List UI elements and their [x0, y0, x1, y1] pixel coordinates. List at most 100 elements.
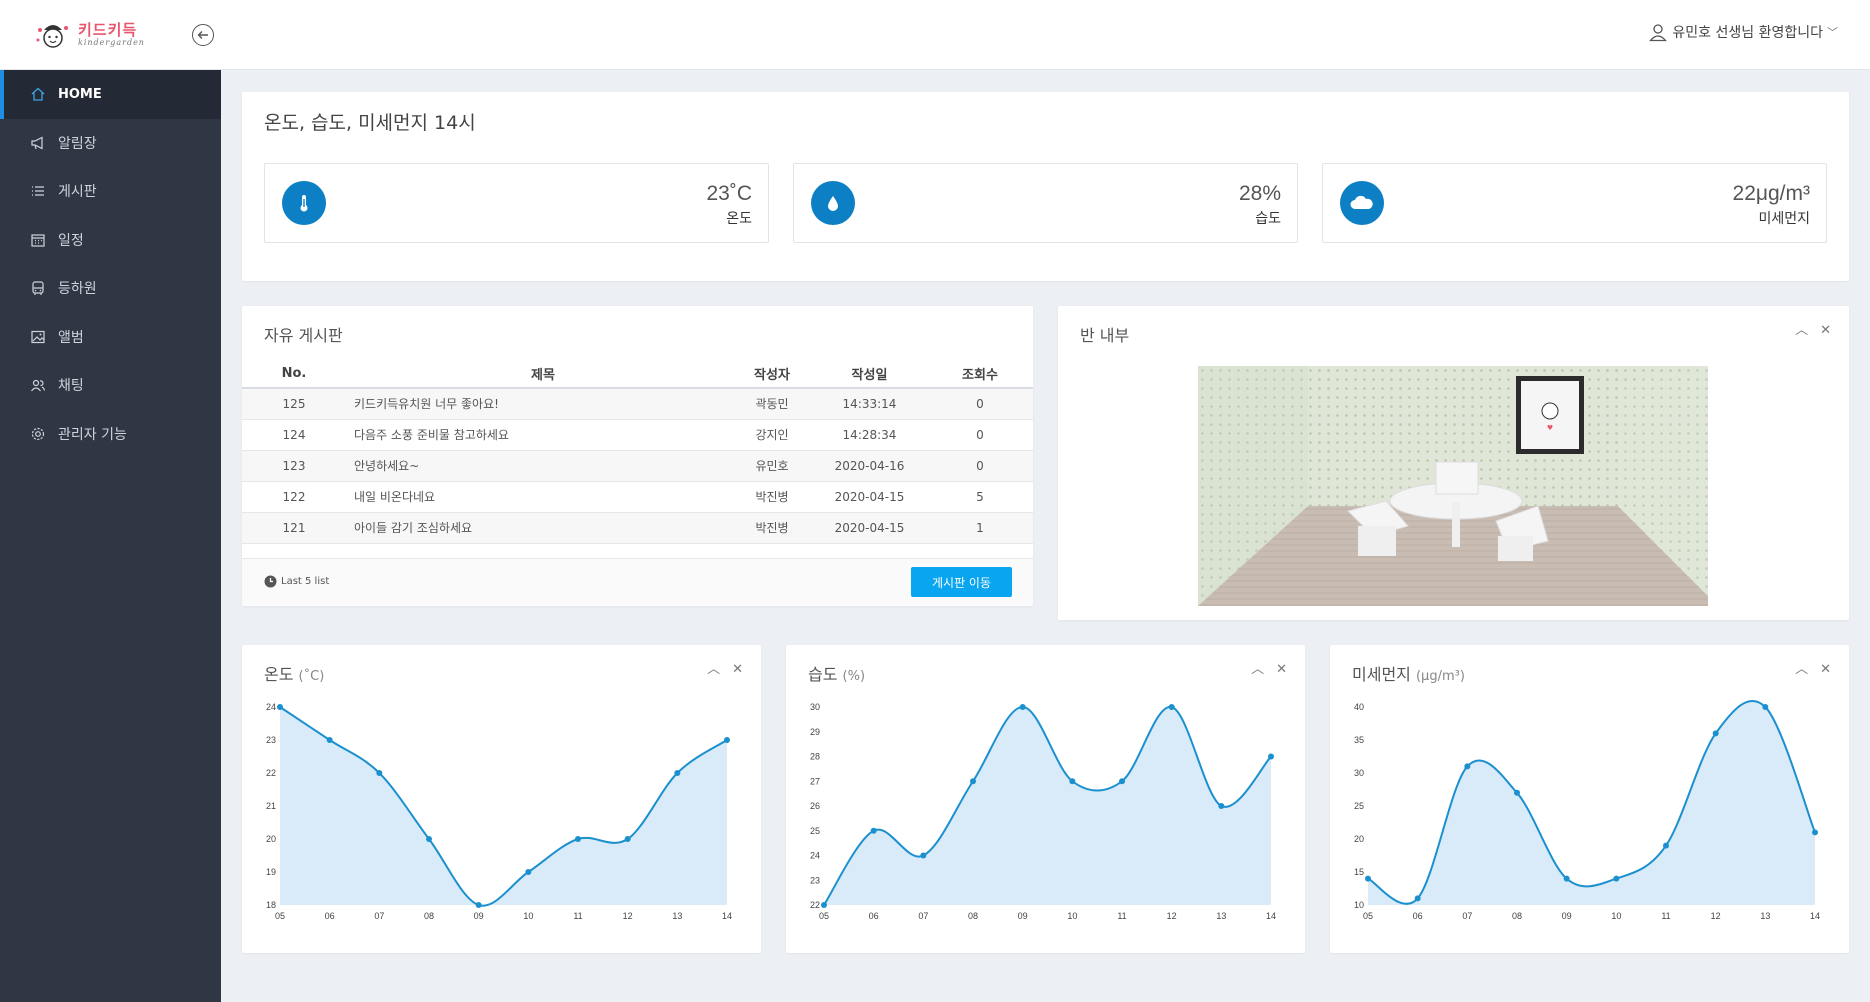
close-icon[interactable]: ✕ — [1820, 663, 1831, 677]
data-point — [674, 770, 681, 776]
humidity-chart: 22 23 24 25 26 27 28 29 30 05 06 07 08 09 10 11 12 13 14 — [810, 702, 1276, 921]
temperature-chart: 18 19 20 21 22 23 24 05 06 07 08 09 10 11 12 13 14 — [266, 702, 732, 921]
x-tick-label: 08 — [1512, 911, 1522, 921]
thermometer-icon — [282, 181, 326, 225]
logo-subtitle: kindergarden — [78, 37, 145, 47]
post-title[interactable]: 다음주 소풍 준비물 참고하세요 — [346, 419, 732, 451]
sidebar-item-notice[interactable]: 알림장 — [0, 119, 221, 168]
table-row[interactable]: 123 안녕하세요~ 유민호 2020-04-16 0 — [242, 450, 1033, 482]
data-point — [1613, 875, 1620, 882]
user-menu[interactable]: 유민호 선생님 환영합니다 ﹀ — [1648, 22, 1838, 42]
data-point — [1119, 778, 1125, 785]
x-tick-label: 07 — [1462, 911, 1472, 921]
x-tick-label: 14 — [1810, 911, 1820, 921]
sidebar-item-home[interactable]: HOME — [0, 70, 221, 119]
post-title[interactable]: 내일 비온다네요 — [346, 481, 732, 513]
table-row[interactable]: 121 아이들 감기 조심하세요 박진병 2020-04-15 1 — [242, 512, 1033, 544]
close-icon[interactable]: ✕ — [1276, 663, 1287, 677]
data-point — [724, 737, 730, 743]
y-tick-label: 10 — [1354, 900, 1364, 910]
x-tick-label: 06 — [869, 911, 879, 921]
collapse-icon[interactable]: ︿ — [1795, 324, 1808, 338]
sidebar-item-album[interactable]: 앨범 — [0, 313, 221, 362]
y-tick-label: 22 — [266, 768, 276, 778]
x-tick-label: 08 — [968, 911, 978, 921]
data-point — [624, 836, 631, 842]
close-icon[interactable]: ✕ — [732, 663, 743, 677]
sidebar-item-chat[interactable]: 채팅 — [0, 361, 221, 410]
y-tick-label: 18 — [266, 900, 276, 910]
post-author: 곽동민 — [732, 388, 812, 420]
user-greeting: 유민호 선생님 환영합니다 — [1672, 25, 1823, 41]
table-row[interactable]: 124 다음주 소풍 준비물 참고하세요 강지인 14:28:34 0 — [242, 419, 1033, 451]
column-header: 작성자 — [732, 360, 812, 389]
droplet-icon — [811, 181, 855, 225]
post-title[interactable]: 키드키득유치원 너무 좋아요! — [346, 388, 732, 420]
sidebar-item-admin[interactable]: 관리자 기능 — [0, 410, 221, 459]
go-to-board-button[interactable]: 게시판 이동 — [911, 567, 1012, 597]
sidebar-item-schedule[interactable]: 일정 — [0, 216, 221, 265]
classroom-panel: 반 내부 ︿ ✕ ♥ — [1058, 306, 1849, 620]
sidebar-toggle-back-button[interactable] — [192, 24, 214, 46]
top-header: 키드키득 kindergarden 유민호 선생님 환영합니다 ﹀ — [0, 0, 1870, 70]
data-point — [575, 836, 581, 842]
free-board-panel: 자유 게시판 No. 제목 작성자 작성일 조회수 125 키드키득유치원 너무… — [242, 306, 1033, 606]
y-tick-label: 27 — [810, 776, 820, 786]
humidity-card: 28% 습도 — [793, 163, 1298, 243]
y-tick-label: 20 — [266, 834, 276, 844]
post-date: 14:28:34 — [812, 419, 927, 451]
x-tick-label: 10 — [1067, 911, 1077, 921]
humidity-value: 28% — [1238, 182, 1281, 205]
sidebar-item-attendance[interactable]: 등하원 — [0, 264, 221, 313]
sidebar: HOME 알림장 게시판 일정 등하원 앨범 채팅 관리자 기능 — [0, 70, 221, 1002]
post-title[interactable]: 아이들 감기 조심하세요 — [346, 512, 732, 544]
calendar-icon — [30, 232, 46, 248]
post-author: 박진병 — [732, 512, 812, 544]
collapse-icon[interactable]: ︿ — [1795, 663, 1808, 677]
humidity-chart-panel: 습도 (%) ︿ ✕ 22 23 24 25 26 27 28 29 30 05 06 07 08 09 1… — [786, 645, 1305, 953]
data-point — [1019, 704, 1026, 710]
sidebar-item-label: 알림장 — [58, 135, 97, 152]
table-row[interactable]: 125 키드키득유치원 너무 좋아요! 곽동민 14:33:14 0 — [242, 388, 1033, 420]
fine-dust-chart-panel: 미세먼지 (μg/m³) ︿ ✕ 10 15 20 25 30 35 40 05 06 07 08 0… — [1330, 645, 1849, 953]
collapse-icon[interactable]: ︿ — [707, 663, 720, 677]
post-date: 14:33:14 — [812, 388, 927, 420]
x-tick-label: 08 — [424, 911, 434, 921]
clock-icon — [264, 575, 277, 588]
x-tick-label: 13 — [1216, 911, 1226, 921]
post-views: 0 — [927, 388, 1033, 420]
sidebar-item-label: 게시판 — [58, 184, 97, 201]
post-title[interactable]: 안녕하세요~ — [346, 450, 732, 482]
data-point — [920, 852, 927, 859]
temperature-chart-title: 온도 (˚C) — [264, 665, 325, 684]
post-date: 2020-04-15 — [812, 512, 927, 544]
x-tick-label: 09 — [1018, 911, 1028, 921]
data-point — [277, 704, 283, 710]
classroom-title: 반 내부 — [1080, 326, 1130, 345]
y-tick-label: 23 — [266, 735, 276, 745]
data-point — [1268, 753, 1274, 760]
gear-icon — [30, 426, 46, 442]
close-icon[interactable]: ✕ — [1820, 324, 1831, 338]
board-table: No. 제목 작성자 작성일 조회수 125 키드키득유치원 너무 좋아요! 곽… — [242, 360, 1033, 544]
column-header: 제목 — [346, 360, 732, 389]
users-icon — [30, 377, 46, 393]
post-number: 121 — [242, 512, 346, 544]
table-row[interactable]: 122 내일 비온다네요 박진병 2020-04-15 5 — [242, 481, 1033, 513]
image-icon — [30, 329, 46, 345]
data-point — [970, 778, 976, 785]
data-point — [1464, 763, 1471, 770]
temperature-chart-panel: 온도 (˚C) ︿ ✕ 18 19 20 21 22 23 24 05 06 07 08 09 10 11… — [242, 645, 761, 953]
post-author: 강지인 — [732, 419, 812, 451]
collapse-icon[interactable]: ︿ — [1251, 663, 1264, 677]
home-icon — [30, 86, 46, 102]
sidebar-item-board[interactable]: 게시판 — [0, 167, 221, 216]
sidebar-item-label: 일정 — [58, 232, 84, 249]
column-header: No. — [242, 360, 346, 389]
x-tick-label: 07 — [918, 911, 928, 921]
x-tick-label: 05 — [819, 911, 829, 921]
x-tick-label: 12 — [1167, 911, 1177, 921]
temperature-label: 온도 — [726, 211, 752, 227]
board-title: 자유 게시판 — [264, 326, 343, 345]
logo[interactable]: 키드키득 kindergarden — [34, 16, 145, 52]
